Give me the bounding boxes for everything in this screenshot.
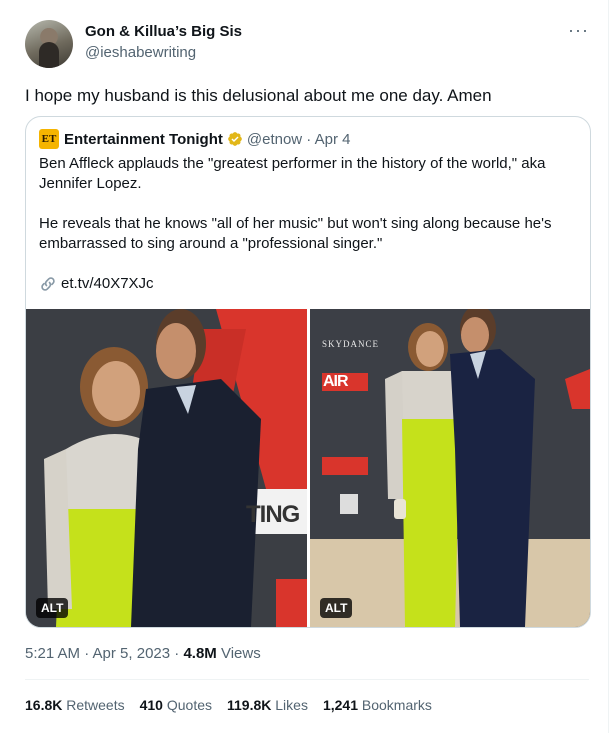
stat-quotes[interactable]: 410 Quotes [140,697,212,713]
user-handle[interactable]: @ieshabewriting [85,44,196,61]
stat-retweets[interactable]: 16.8K Retweets [25,697,125,713]
divider [25,679,589,680]
views-count[interactable]: 4.8M [183,645,216,662]
user-avatar[interactable] [25,20,73,68]
media-photo[interactable]: SKYDANCE AIR ALT [310,309,590,627]
backdrop-text: AIR [323,373,349,390]
link-icon [41,277,55,291]
quote-text: Ben Affleck applauds the "greatest perfo… [39,154,579,254]
quoted-tweet[interactable]: ET Entertainment Tonight @etnow · Apr 4 … [25,116,591,628]
link-text[interactable]: et.tv/40X7XJc [61,274,154,294]
tweet-detail: Gon & Killua’s Big Sis @ieshabewriting ·… [0,0,609,733]
backdrop-brand: SKYDANCE [322,339,380,349]
stat-bookmarks[interactable]: 1,241 Bookmarks [323,697,432,713]
quote-display-name[interactable]: Entertainment Tonight [64,131,223,148]
more-dots-icon[interactable]: ··· [568,20,589,41]
quote-paragraph: He reveals that he knows "all of her mus… [39,215,552,252]
backdrop-text: TING [246,501,300,528]
tweet-text: I hope my husband is this delusional abo… [25,86,492,105]
quote-handle-date[interactable]: @etnow · Apr 4 [247,131,351,148]
timestamp-link[interactable]: 5:21 AM · Apr 5, 2023 · [25,645,183,662]
photo-scene [310,309,590,627]
quote-paragraph: Ben Affleck applauds the "greatest perfo… [39,155,546,192]
views-label: Views [216,645,261,662]
alt-badge[interactable]: ALT [320,598,353,618]
photo-scene [26,309,307,627]
quote-header: ET Entertainment Tonight @etnow · Apr 4 [39,129,351,149]
verified-badge-icon [228,132,242,146]
display-name[interactable]: Gon & Killua’s Big Sis [85,23,242,40]
engagement-stats: 16.8K Retweets 410 Quotes 119.8K Likes 1… [25,697,447,713]
media-photo[interactable]: TING ALT [26,309,307,627]
quote-avatar[interactable]: ET [39,129,59,149]
tweet-timestamp: 5:21 AM · Apr 5, 2023 · 4.8M Views [25,645,261,662]
stat-likes[interactable]: 119.8K Likes [227,697,308,713]
quote-link[interactable]: et.tv/40X7XJc [39,274,154,294]
alt-badge[interactable]: ALT [36,598,69,618]
